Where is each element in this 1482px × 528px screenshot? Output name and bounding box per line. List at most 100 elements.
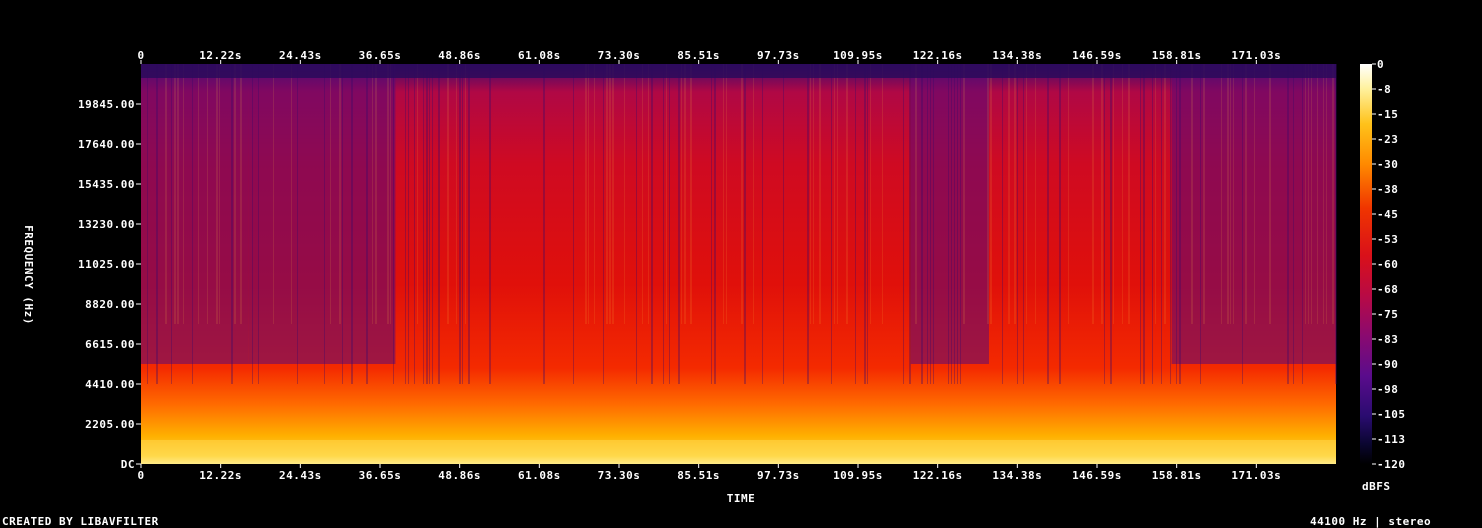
streak [405, 64, 406, 384]
streak [459, 64, 461, 384]
streak [753, 64, 754, 324]
spectrogram-figure: 0 12.22s 24.43s 36.65s 48.86s 61.08s 73.30s 85.… [2, 49, 1431, 528]
streak [1335, 64, 1337, 384]
streak [465, 64, 466, 324]
streak [165, 64, 167, 324]
streak [990, 64, 992, 324]
streak [807, 64, 809, 384]
colorbar-tick-label: -83 [1377, 333, 1398, 346]
streak [678, 64, 680, 384]
top-tick-label: 122.16s [913, 49, 963, 62]
streak [1161, 64, 1162, 384]
streak [351, 64, 353, 384]
streak [1047, 64, 1049, 384]
streak [1155, 64, 1156, 324]
streak [723, 64, 724, 324]
streak [951, 64, 952, 384]
streak [234, 64, 236, 324]
streak [1302, 64, 1303, 384]
y-tick-label: 19845.00 [78, 98, 135, 111]
streak [1113, 64, 1114, 324]
streak [1308, 64, 1309, 324]
streak [933, 64, 934, 384]
streak [831, 64, 832, 384]
streak [1326, 64, 1327, 324]
streak [423, 64, 424, 384]
streak [813, 64, 814, 324]
top-tick-label: 109.95s [833, 49, 883, 62]
streak [219, 64, 220, 324]
bottom-tick-label: 146.59s [1072, 469, 1122, 482]
streak [867, 64, 868, 384]
streak [1230, 64, 1231, 324]
streak [603, 64, 604, 384]
y-tick-label: 17640.00 [78, 138, 135, 151]
streak [1128, 64, 1130, 324]
top-tick-label: 146.59s [1072, 49, 1122, 62]
bottom-tick-label: 12.22s [199, 469, 242, 482]
bottom-tick-label: 134.38s [992, 469, 1042, 482]
streak [921, 64, 923, 384]
streak [1269, 64, 1271, 324]
streak [714, 64, 716, 384]
streak [915, 64, 917, 324]
streak [855, 64, 856, 384]
colorbar-tick-label: -113 [1377, 433, 1406, 446]
streak [1227, 64, 1229, 324]
bottom-tick-label: 24.43s [279, 469, 322, 482]
streak [183, 64, 184, 324]
streak [783, 64, 784, 384]
streak [438, 64, 440, 384]
streak [1317, 64, 1318, 324]
y-tick-label: 2205.00 [85, 418, 135, 431]
streak [648, 64, 649, 324]
streak [171, 64, 172, 384]
streak [240, 64, 242, 324]
top-tick-label: 61.08s [518, 49, 561, 62]
streak [177, 64, 179, 324]
streak [231, 64, 233, 384]
streak [870, 64, 871, 324]
streak [1068, 64, 1069, 324]
y-tick-label: 6615.00 [85, 338, 135, 351]
y-tick-label: 8820.00 [85, 298, 135, 311]
bottom-tick-label: 73.30s [598, 469, 641, 482]
streak [762, 64, 763, 384]
streak [1101, 64, 1103, 324]
y-axis: DC 2205.00 4410.00 6615.00 8820.00 11025.00 13… [78, 98, 141, 471]
streak [216, 64, 218, 324]
streak [726, 64, 727, 324]
streak [903, 64, 904, 384]
streak [663, 64, 664, 384]
streak [207, 64, 208, 324]
streak [1245, 64, 1247, 324]
bottom-tick-label: 48.86s [438, 469, 481, 482]
streak [1059, 64, 1061, 384]
bottom-tick-label: 36.65s [359, 469, 402, 482]
streak [930, 64, 931, 384]
streak [543, 64, 545, 384]
streak [1014, 64, 1016, 324]
colorbar-tick-label: -98 [1377, 383, 1398, 396]
top-x-axis: 0 12.22s 24.43s 36.65s 48.86s 61.08s 73.30s 85.… [137, 49, 1281, 64]
streak [810, 64, 811, 324]
streak [864, 64, 866, 384]
spectrogram-area [141, 64, 1337, 464]
streak [156, 64, 158, 384]
y-tick-label: 13230.00 [78, 218, 135, 231]
streak [1200, 64, 1201, 384]
bottom-tick-label: 61.08s [518, 469, 561, 482]
colorbar-label: dBFS [1362, 480, 1391, 493]
x-axis-title: TIME [727, 492, 756, 505]
colorbar-tick-label: -8 [1377, 83, 1391, 96]
streak [393, 64, 394, 384]
colorbar-tick-label: -68 [1377, 283, 1398, 296]
streak [468, 64, 470, 384]
streak [1152, 64, 1153, 384]
streak [960, 64, 961, 384]
colorbar-tick-label: -15 [1377, 108, 1398, 121]
streak [585, 64, 587, 324]
streak [1140, 64, 1141, 384]
streak [948, 64, 949, 384]
y-axis-title: FREQUENCY (Hz) [22, 225, 35, 325]
